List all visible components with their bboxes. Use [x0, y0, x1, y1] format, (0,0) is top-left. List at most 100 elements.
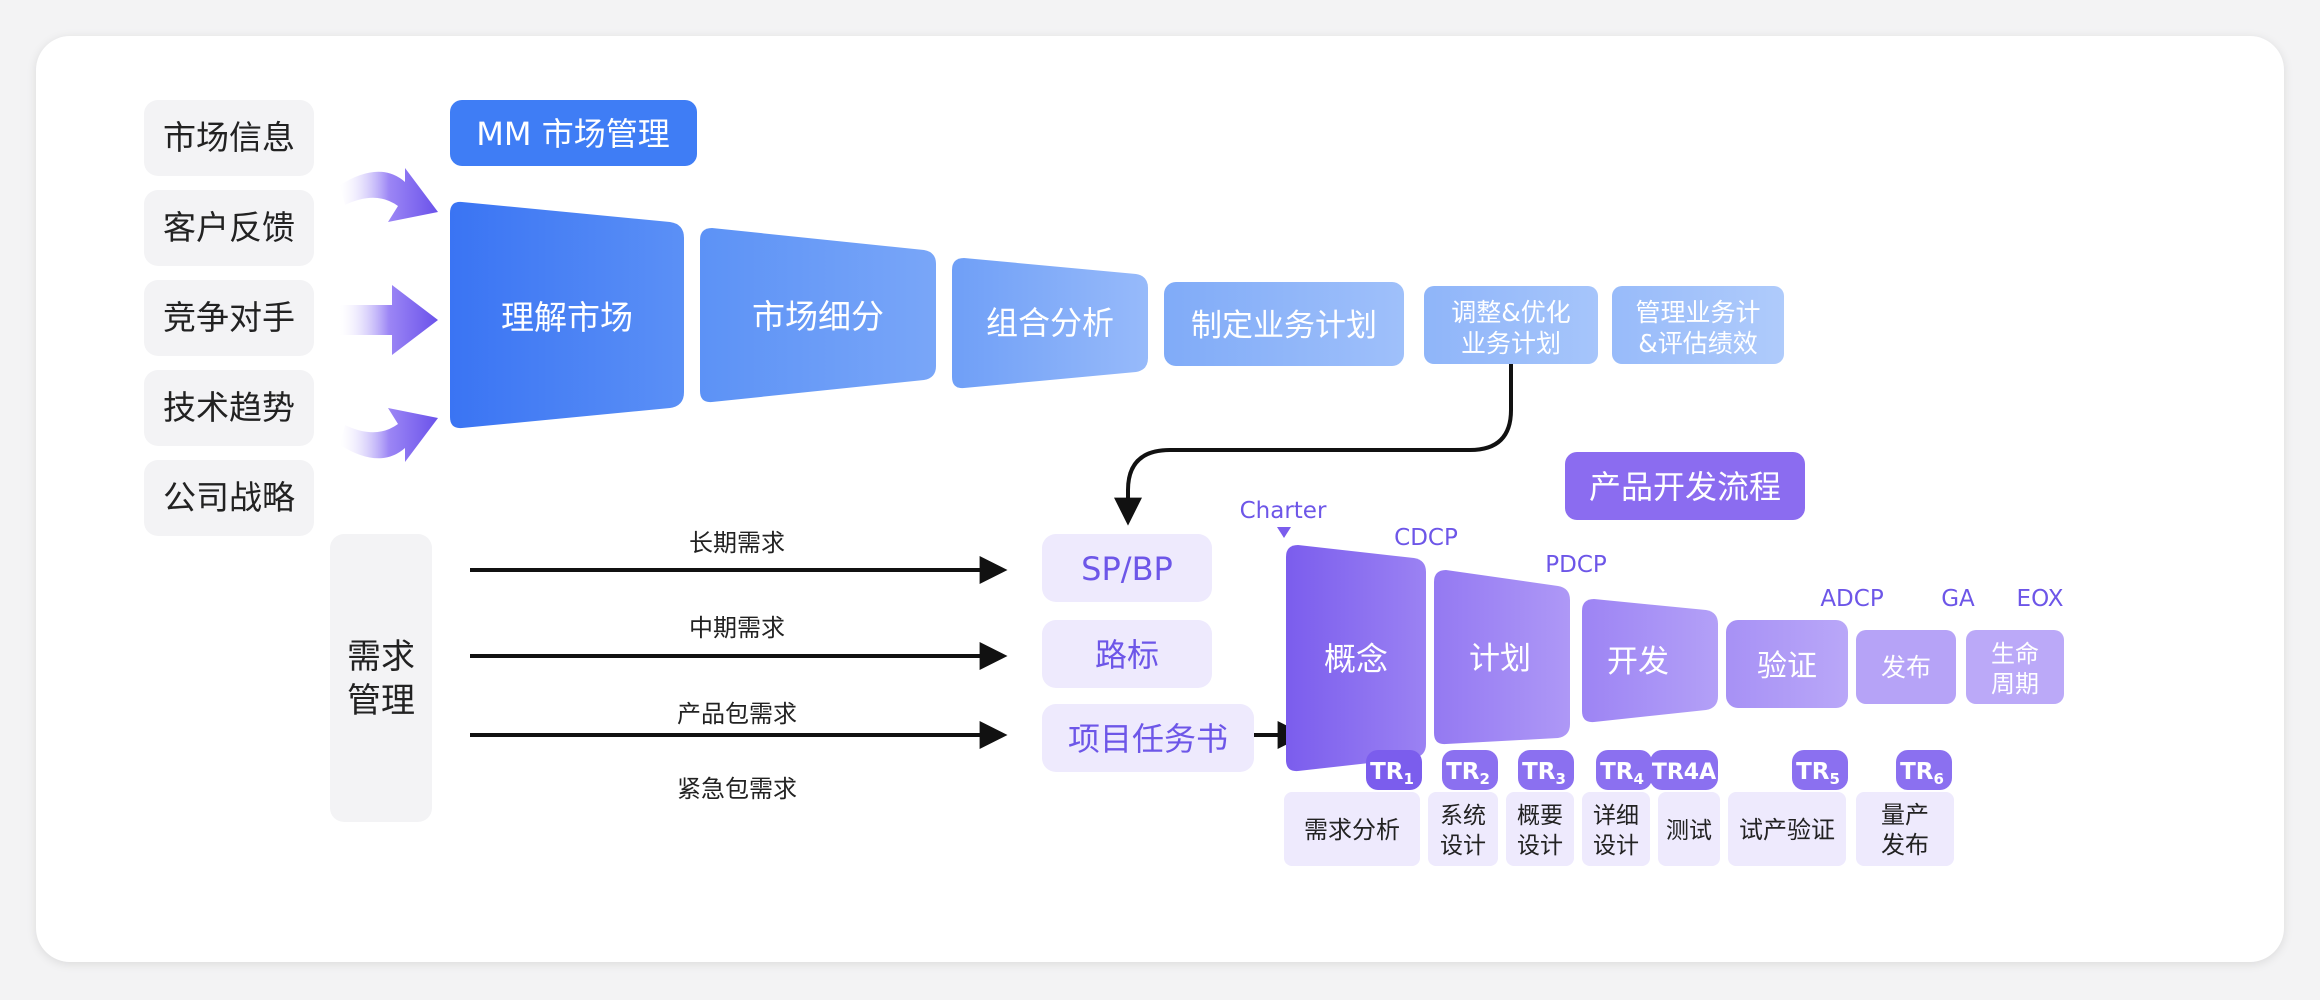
svg-text:理解市场: 理解市场: [501, 298, 633, 337]
tr-badge: TR4: [1596, 750, 1652, 790]
decision-point-label: Charter: [1240, 498, 1327, 524]
mm-title-badge: MM 市场管理: [450, 100, 697, 166]
decision-point-label: EOX: [2017, 586, 2064, 612]
decision-point-label: GA: [1941, 586, 1975, 612]
ipd-phase: 计划: [1434, 570, 1570, 745]
svg-text:需求分析: 需求分析: [1304, 816, 1400, 844]
activity-box: 试产验证: [1728, 792, 1846, 866]
demand-flow-label: 产品包需求: [677, 700, 797, 728]
mm-stage: 理解市场: [450, 201, 684, 429]
demand-flow-label: 长期需求: [689, 529, 785, 557]
demand-flows: 长期需求 中期需求 产品包需求 紧急包需求: [470, 529, 1008, 803]
svg-text:设计: 设计: [1440, 833, 1486, 859]
svg-text:概念: 概念: [1324, 640, 1388, 678]
svg-text:量产: 量产: [1881, 801, 1929, 829]
svg-text:详细: 详细: [1593, 803, 1639, 829]
tr-badge: TR4A: [1650, 750, 1718, 790]
ipd-phase: 验证: [1726, 620, 1848, 708]
output-project-charter: 项目任务书: [1042, 704, 1254, 772]
svg-text:发布: 发布: [1881, 653, 1931, 682]
market-to-product-flow-diagram: 市场信息 客户反馈 竞争对手 技术趋势 公司战略 MM 市场管理 理解市场 市场…: [144, 100, 2064, 866]
svg-text:制定业务计划: 制定业务计划: [1191, 308, 1377, 344]
curved-arrow-icon: [340, 168, 438, 222]
svg-text:发布: 发布: [1881, 831, 1929, 859]
input-sources: 市场信息 客户反馈 竞争对手 技术趋势 公司战略: [144, 100, 314, 536]
input-box: 客户反馈: [144, 190, 314, 266]
svg-text:&评估绩效: &评估绩效: [1638, 329, 1758, 358]
charter-marker-icon: [1277, 527, 1291, 538]
ipd-phase: 开发: [1582, 599, 1718, 723]
ipd-title-badge: 产品开发流程: [1565, 452, 1805, 520]
output-spbp: SP/BP: [1042, 534, 1212, 602]
svg-text:需求: 需求: [347, 637, 415, 677]
mm-stage: 制定业务计划: [1164, 282, 1404, 366]
svg-text:管理: 管理: [347, 681, 415, 721]
svg-text:验证: 验证: [1757, 649, 1817, 684]
demand-management-box: 需求 管理: [330, 534, 432, 822]
output-boxes: SP/BP 路标 项目任务书: [1042, 534, 1254, 772]
activity-box: 概要 设计: [1506, 792, 1574, 866]
input-box: 市场信息: [144, 100, 314, 176]
activity-box: 量产 发布: [1856, 792, 1954, 866]
straight-arrow-icon: [340, 285, 438, 355]
svg-text:生命: 生命: [1991, 640, 2039, 668]
tr-badge: TR2: [1442, 750, 1498, 790]
svg-text:开发: 开发: [1607, 644, 1669, 680]
technical-reviews: TR1 TR2 TR3 TR4 TR4A TR5 TR6: [1366, 750, 1952, 790]
input-label: 竞争对手: [163, 298, 295, 337]
activity-box: 需求分析: [1284, 792, 1420, 866]
svg-text:TR4A: TR4A: [1652, 760, 1716, 785]
mm-stage: 调整&优化 业务计划: [1424, 286, 1598, 364]
svg-text:调整&优化: 调整&优化: [1451, 298, 1571, 327]
svg-text:试产验证: 试产验证: [1739, 816, 1835, 844]
svg-text:产品开发流程: 产品开发流程: [1589, 468, 1781, 506]
svg-text:组合分析: 组合分析: [986, 304, 1114, 342]
output-roadmap: 路标: [1042, 620, 1212, 688]
input-box: 竞争对手: [144, 280, 314, 356]
svg-text:路标: 路标: [1095, 636, 1159, 674]
decision-point-label: PDCP: [1545, 552, 1607, 578]
svg-text:设计: 设计: [1517, 833, 1563, 859]
input-label: 客户反馈: [163, 208, 295, 247]
demand-flow-label: 中期需求: [689, 614, 785, 642]
input-box: 技术趋势: [144, 370, 314, 446]
ipd-phase: 生命 周期: [1966, 630, 2064, 704]
ipd-funnel: 概念 计划 开发 验证 发布 生命 周期: [1286, 545, 2064, 772]
decision-point-label: ADCP: [1820, 586, 1884, 612]
mm-funnel: 理解市场 市场细分 组合分析 制定业务计划 调整&优化 业务计划 管理业务计 &…: [450, 201, 1784, 429]
ipd-phase: 发布: [1856, 630, 1956, 704]
mm-stage: 市场细分: [700, 228, 936, 403]
tr-badge: TR3: [1518, 750, 1574, 790]
svg-text:周期: 周期: [1991, 670, 2039, 698]
svg-text:市场细分: 市场细分: [752, 297, 884, 336]
svg-text:概要: 概要: [1517, 803, 1563, 829]
tr-badge: TR5: [1792, 750, 1848, 790]
mm-to-spbp-connector: [1114, 364, 1513, 526]
activity-box: 系统 设计: [1428, 792, 1498, 866]
mm-stage: 组合分析: [952, 258, 1148, 389]
svg-text:系统: 系统: [1440, 803, 1486, 829]
ipd-phase: 概念: [1286, 545, 1426, 772]
tr-badge: TR1: [1366, 750, 1422, 790]
activity-box: 测试: [1658, 792, 1720, 866]
svg-text:管理业务计: 管理业务计: [1635, 298, 1760, 327]
input-arrows: [340, 168, 438, 462]
svg-text:测试: 测试: [1666, 818, 1712, 844]
input-label: 公司战略: [163, 478, 295, 517]
decision-point-label: CDCP: [1394, 525, 1458, 551]
curved-arrow-icon: [340, 408, 438, 462]
svg-text:设计: 设计: [1593, 833, 1639, 859]
svg-text:项目任务书: 项目任务书: [1068, 720, 1228, 758]
mm-stage: 管理业务计 &评估绩效: [1612, 286, 1784, 364]
svg-text:SP/BP: SP/BP: [1081, 550, 1173, 588]
input-box: 公司战略: [144, 460, 314, 536]
input-label: 技术趋势: [163, 388, 295, 427]
tr-badge: TR6: [1896, 750, 1952, 790]
demand-flow-label: 紧急包需求: [677, 775, 797, 803]
svg-text:计划: 计划: [1469, 641, 1531, 677]
svg-text:业务计划: 业务计划: [1461, 329, 1561, 358]
svg-text:MM 市场管理: MM 市场管理: [476, 115, 669, 153]
activity-box: 详细 设计: [1582, 792, 1650, 866]
input-label: 市场信息: [163, 118, 295, 157]
activities: 需求分析 系统 设计 概要 设计 详细 设计 测试 试产验证 量产 发布: [1284, 792, 1954, 866]
